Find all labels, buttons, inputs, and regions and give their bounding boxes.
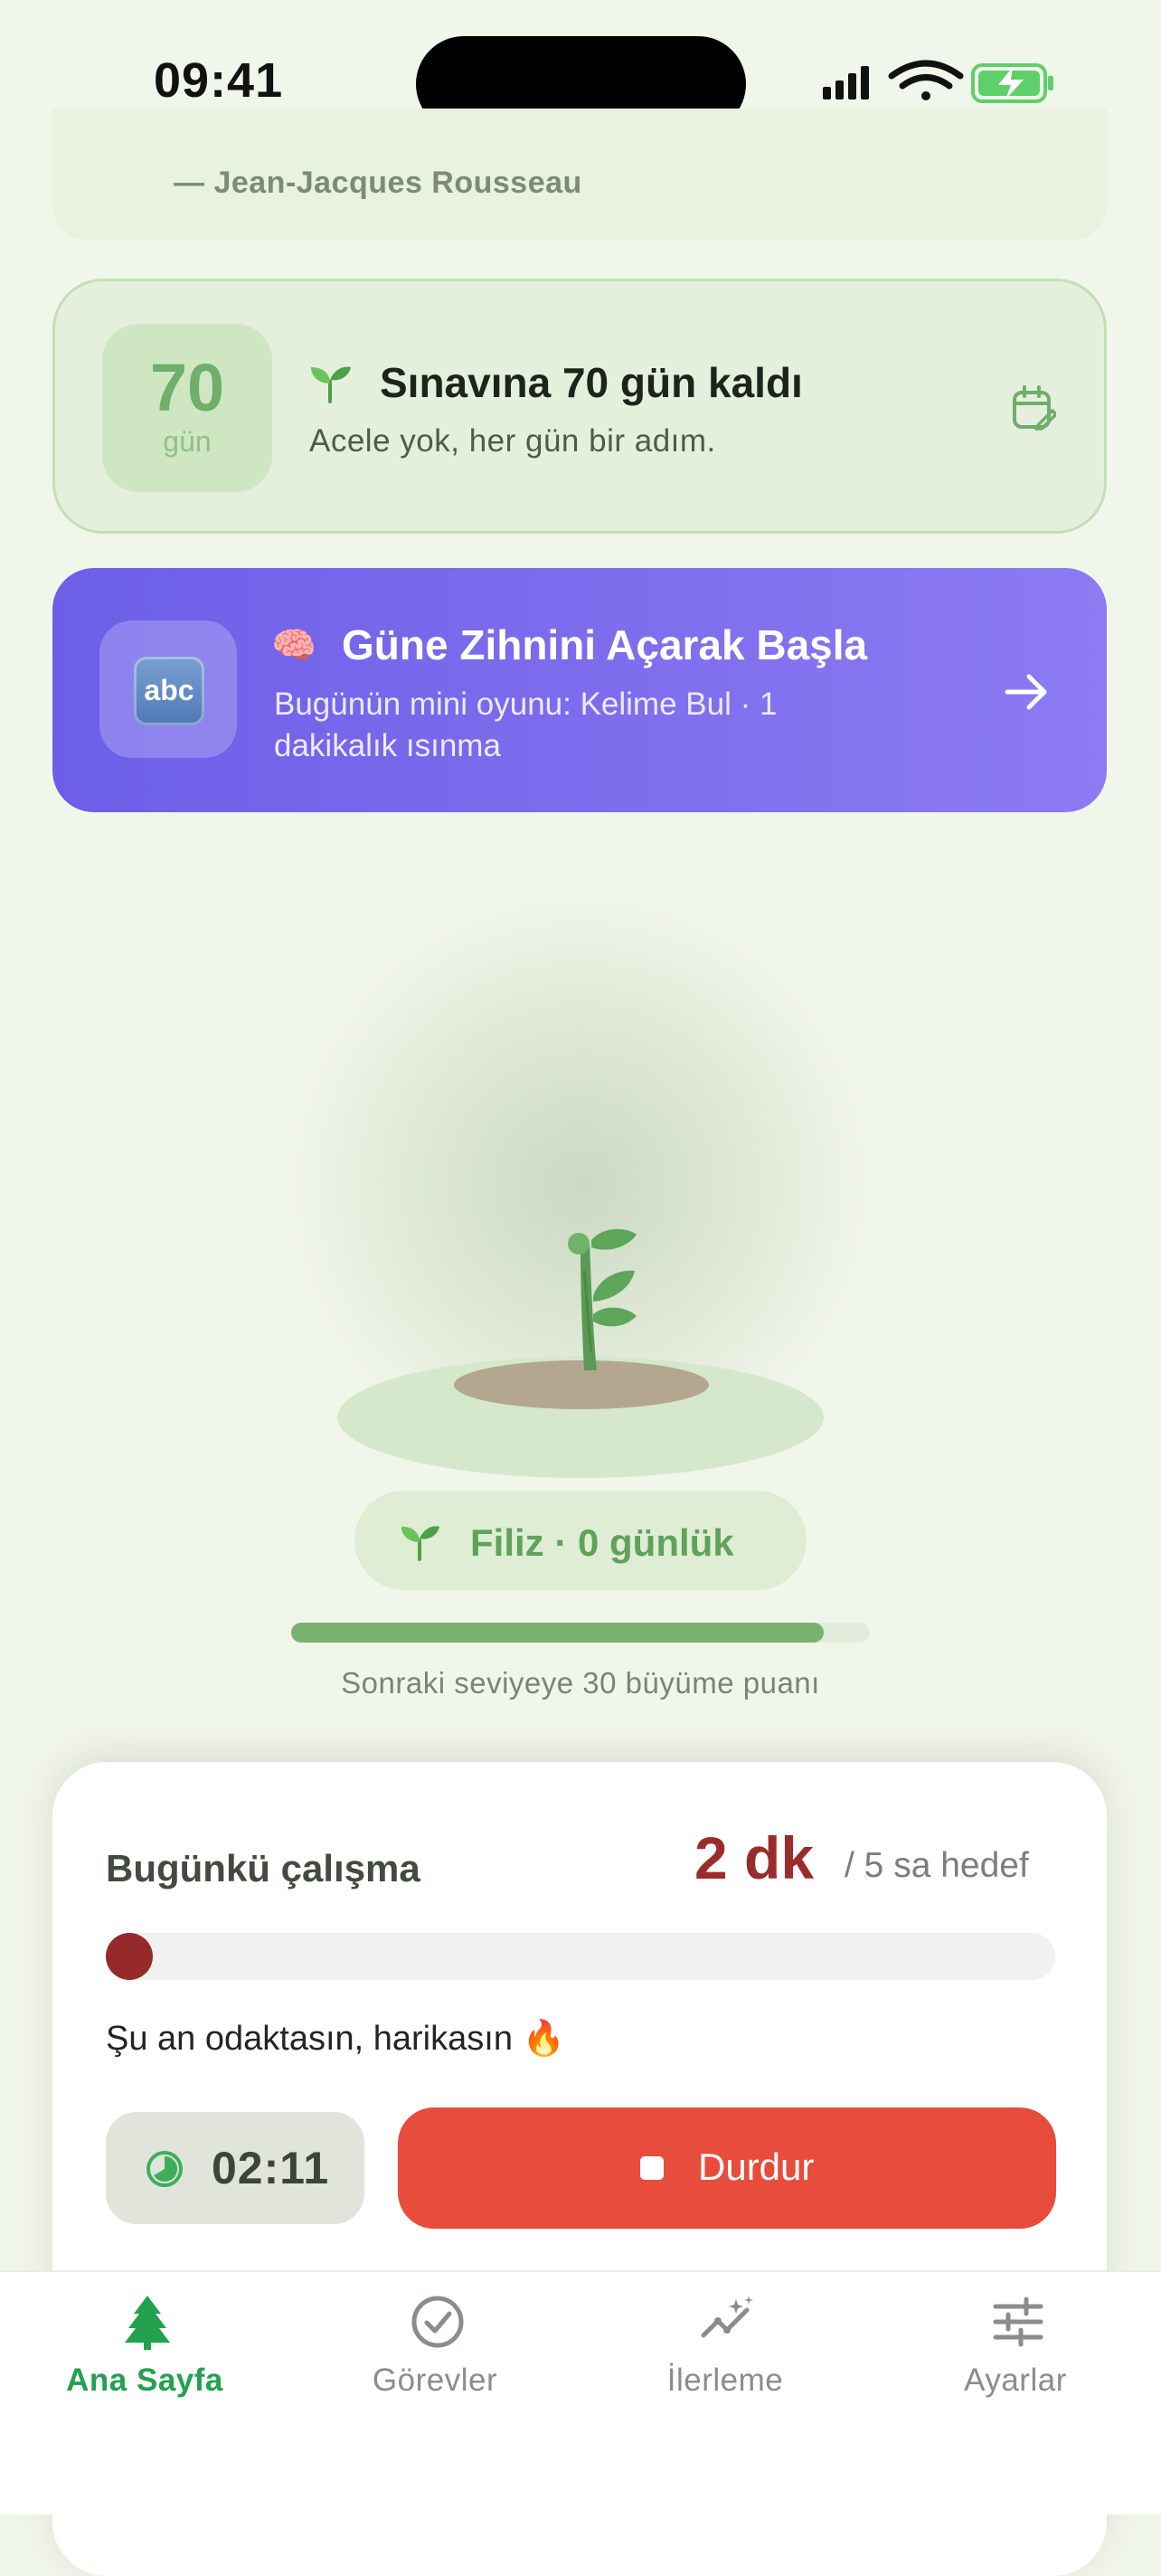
tab-settings[interactable]: Ayarlar	[889, 2294, 1142, 2411]
status-time: 09:41	[154, 53, 284, 108]
countdown-title: Sınavına 70 gün kaldı	[380, 359, 803, 406]
growth-progress-fill	[291, 1623, 824, 1643]
today-title: Bugünkü çalışma	[106, 1847, 420, 1889]
today-progress-track	[106, 1933, 1055, 1980]
timer-icon	[146, 2151, 183, 2187]
tab-home[interactable]: Ana Sayfa	[18, 2294, 271, 2411]
tab-progress[interactable]: İlerleme	[599, 2294, 852, 2411]
next-level-text: Sonraki seviyeye 30 büyüme puanı	[341, 1666, 820, 1700]
mini-game-title: Güne Zihnini Açarak Başla	[342, 621, 868, 668]
timer-text: 02:11	[212, 2143, 330, 2193]
cellular-signal-icon	[823, 66, 869, 99]
today-progress-fill	[106, 1933, 153, 1980]
focus-status-text: Şu an odaktasın, harikasın 🔥	[106, 2020, 565, 2058]
tab-settings-label: Ayarlar	[964, 2363, 1067, 2398]
brain-icon: 🧠	[271, 626, 316, 666]
stop-label: Durdur	[698, 2145, 815, 2188]
sprout-plant-illustration	[568, 1228, 637, 1370]
plant-stage-label: Filiz · 0 günlük	[470, 1521, 734, 1564]
tab-home-label: Ana Sayfa	[66, 2363, 223, 2398]
tab-progress-label: İlerleme	[666, 2363, 784, 2398]
days-number: 70	[149, 350, 225, 425]
progress-sparkle-icon	[701, 2296, 753, 2338]
today-value: 2 dk	[694, 1824, 815, 1891]
check-circle-icon	[411, 2296, 464, 2348]
abc-icon: abc	[134, 657, 204, 725]
sprout-icon	[311, 366, 351, 403]
wifi-icon	[888, 60, 964, 100]
mini-game-subtitle: Bugünün mini oyunu: Kelime Bul · 1 dakik…	[274, 687, 778, 763]
quote-author: — Jean-Jacques Rousseau	[174, 166, 582, 200]
sprout-icon	[401, 1526, 439, 1561]
tab-tasks-label: Görevler	[372, 2363, 498, 2398]
arrow-right-icon[interactable]	[1002, 668, 1051, 716]
sliders-icon	[993, 2297, 1043, 2347]
status-icons	[823, 60, 1053, 103]
today-goal: / 5 sa hedef	[845, 1846, 1029, 1885]
tree-icon	[125, 2296, 170, 2350]
tab-tasks[interactable]: Görevler	[308, 2294, 562, 2411]
calendar-edit-icon[interactable]	[1011, 384, 1056, 432]
countdown-subtitle: Acele yok, her gün bir adım.	[309, 423, 716, 459]
battery-charging-icon	[971, 63, 1053, 103]
days-unit: gün	[163, 425, 212, 458]
stop-icon	[640, 2156, 664, 2180]
